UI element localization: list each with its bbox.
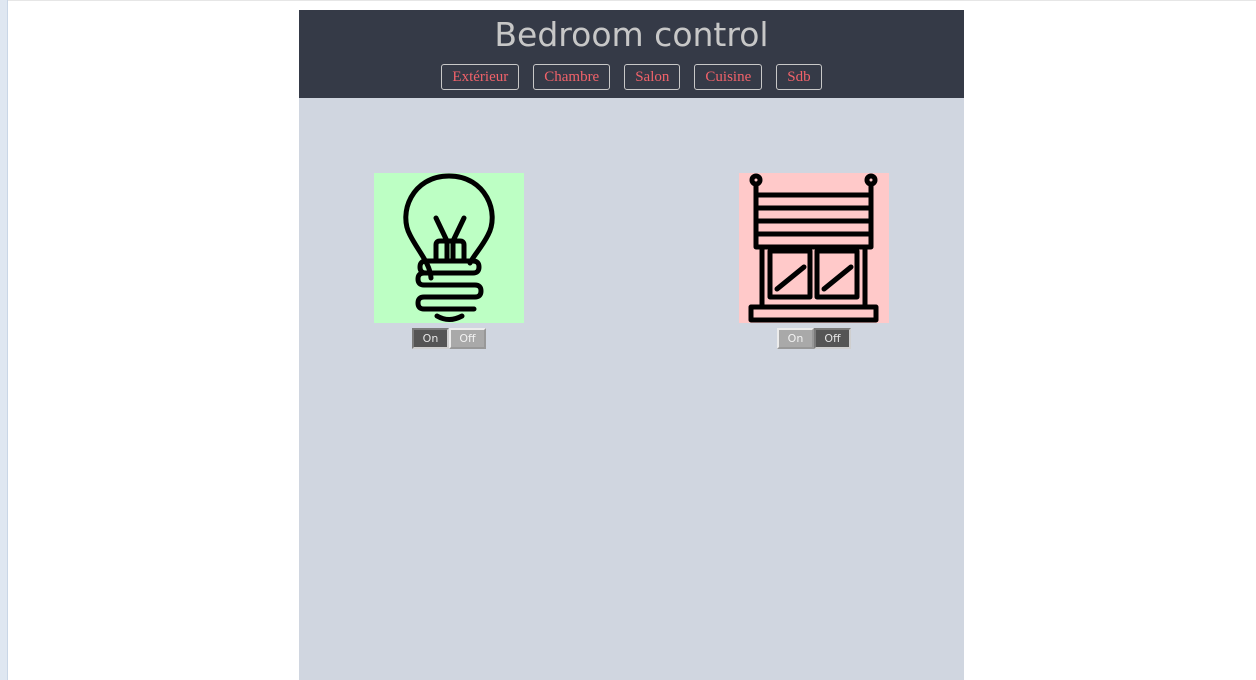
nav-button-salon[interactable]: Salon: [624, 64, 681, 90]
blind-off-button[interactable]: Off: [814, 328, 851, 349]
page-title: Bedroom control: [494, 15, 769, 54]
blind-on-button[interactable]: On: [777, 328, 814, 349]
window-top-border: [8, 0, 1256, 1]
lightbulb-icon: [374, 173, 524, 323]
light-off-button[interactable]: Off: [449, 328, 486, 349]
blind-toggle: On Off: [739, 328, 889, 349]
nav-button-exterieur[interactable]: Extérieur: [441, 64, 520, 90]
light-toggle: On Off: [374, 328, 524, 349]
light-device: On Off: [374, 173, 524, 349]
header: Bedroom control Extérieur Chambre Salon …: [299, 10, 964, 98]
control-panel: Bedroom control Extérieur Chambre Salon …: [299, 10, 964, 680]
room-nav: Extérieur Chambre Salon Cuisine Sdb: [299, 64, 964, 90]
blind-device: On Off: [739, 173, 889, 349]
window-blind-icon: [739, 173, 889, 323]
nav-button-sdb[interactable]: Sdb: [776, 64, 822, 90]
nav-button-chambre[interactable]: Chambre: [533, 64, 611, 90]
window-left-border: [0, 0, 8, 680]
nav-button-cuisine[interactable]: Cuisine: [694, 64, 763, 90]
light-on-button[interactable]: On: [412, 328, 449, 349]
